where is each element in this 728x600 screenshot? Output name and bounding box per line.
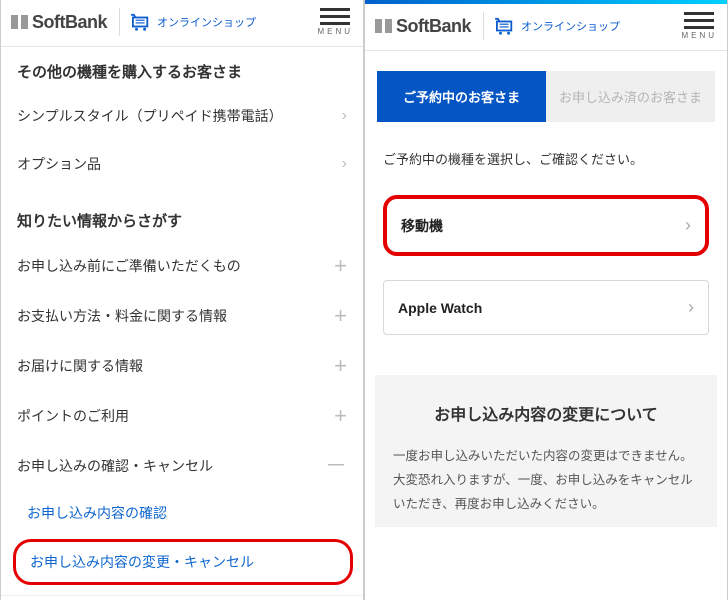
- brand-logo[interactable]: SoftBank: [11, 12, 107, 33]
- header: SoftBank オンラインショップ MENU: [1, 0, 363, 47]
- subitem-confirm[interactable]: お申し込み内容の確認: [1, 491, 363, 535]
- plus-icon: +: [334, 405, 347, 427]
- option-apple-watch[interactable]: Apple Watch ›: [383, 280, 709, 335]
- row-points-label: ポイントのご利用: [17, 406, 129, 426]
- option-mobile-label: 移動機: [401, 216, 443, 236]
- right-panel: SoftBank オンラインショップ MENU ご予約中のお客さま お申し込: [364, 0, 728, 600]
- menu-button-label: MENU: [681, 31, 717, 40]
- row-delivery[interactable]: お届けに関する情報 +: [1, 341, 363, 391]
- brand-text: SoftBank: [32, 12, 107, 33]
- menu-button[interactable]: MENU: [317, 8, 353, 36]
- row-option-label: オプション品: [17, 154, 101, 174]
- row-payment[interactable]: お支払い方法・料金に関する情報 +: [1, 291, 363, 341]
- chevron-right-icon: ›: [342, 155, 347, 173]
- minus-icon: －: [325, 455, 347, 477]
- confirm-cancel-subitems: お申し込み内容の確認 お申し込み内容の変更・キャンセル: [1, 491, 363, 596]
- header-separator: [483, 12, 484, 40]
- online-shop-link[interactable]: オンラインショップ: [130, 13, 256, 31]
- brand-text: SoftBank: [396, 16, 471, 37]
- tab-applied[interactable]: お申し込み済のお客さま: [546, 71, 715, 122]
- row-prepaid[interactable]: シンプルスタイル（プリペイド携帯電話） ›: [1, 92, 363, 140]
- subitem-change-cancel[interactable]: お申し込み内容の変更・キャンセル: [13, 539, 353, 585]
- chevron-right-icon: ›: [685, 215, 691, 236]
- row-points[interactable]: ポイントのご利用 +: [1, 391, 363, 441]
- option-watch-label: Apple Watch: [398, 300, 482, 316]
- reserved-prompt: ご予約中の機種を選択し、ご確認ください。: [383, 148, 709, 171]
- cart-icon: [130, 13, 152, 31]
- hamburger-icon: [681, 12, 717, 29]
- chevron-right-icon: ›: [342, 107, 347, 125]
- row-prepaid-label: シンプルスタイル（プリペイド携帯電話）: [17, 106, 283, 126]
- section-other-devices-title: その他の機種を購入するお客さま: [1, 47, 363, 92]
- plus-icon: +: [334, 305, 347, 327]
- hamburger-icon: [317, 8, 353, 25]
- find-info-section: 知りたい情報からさがす お申し込み前にご準備いただくもの + お支払い方法・料金…: [1, 188, 363, 600]
- plus-icon: +: [334, 355, 347, 377]
- row-confirm-cancel[interactable]: お申し込みの確認・キャンセル －: [1, 441, 363, 491]
- option-mobile-device[interactable]: 移動機 ›: [383, 195, 709, 256]
- chevron-right-icon: ›: [688, 297, 694, 318]
- change-notice-section: お申し込み内容の変更について 一度お申し込みいただいた内容の変更はできません。大…: [375, 375, 717, 526]
- row-delivery-label: お届けに関する情報: [17, 356, 143, 376]
- section-find-title: 知りたい情報からさがす: [1, 188, 363, 241]
- brand-bars-icon: [375, 19, 392, 33]
- row-prepare[interactable]: お申し込み前にご準備いただくもの +: [1, 241, 363, 291]
- menu-button-label: MENU: [317, 27, 353, 36]
- shop-label: オンラインショップ: [157, 14, 256, 30]
- plus-icon: +: [334, 255, 347, 277]
- brand-logo[interactable]: SoftBank: [375, 16, 471, 37]
- row-prepare-label: お申し込み前にご準備いただくもの: [17, 256, 241, 276]
- menu-button[interactable]: MENU: [681, 12, 717, 40]
- online-shop-link[interactable]: オンラインショップ: [494, 17, 620, 35]
- change-notice-title: お申し込み内容の変更について: [393, 401, 699, 425]
- row-confirm-cancel-label: お申し込みの確認・キャンセル: [17, 456, 213, 476]
- change-notice-body: 一度お申し込みいただいた内容の変更はできません。大変恐れ入りますが、一度、お申し…: [393, 445, 699, 516]
- header-separator: [119, 8, 120, 36]
- shop-label: オンラインショップ: [521, 18, 620, 34]
- cart-icon: [494, 17, 516, 35]
- row-option-goods[interactable]: オプション品 ›: [1, 140, 363, 188]
- brand-bars-icon: [11, 15, 28, 29]
- reserved-content: ご予約中の機種を選択し、ご確認ください。 移動機 › Apple Watch ›: [365, 122, 727, 335]
- header: SoftBank オンラインショップ MENU: [365, 4, 727, 51]
- status-tabs: ご予約中のお客さま お申し込み済のお客さま: [377, 71, 715, 122]
- row-payment-label: お支払い方法・料金に関する情報: [17, 306, 227, 326]
- left-panel: SoftBank オンラインショップ MENU その他の機種を購入するお客さま: [0, 0, 364, 600]
- tab-reserved[interactable]: ご予約中のお客さま: [377, 71, 546, 122]
